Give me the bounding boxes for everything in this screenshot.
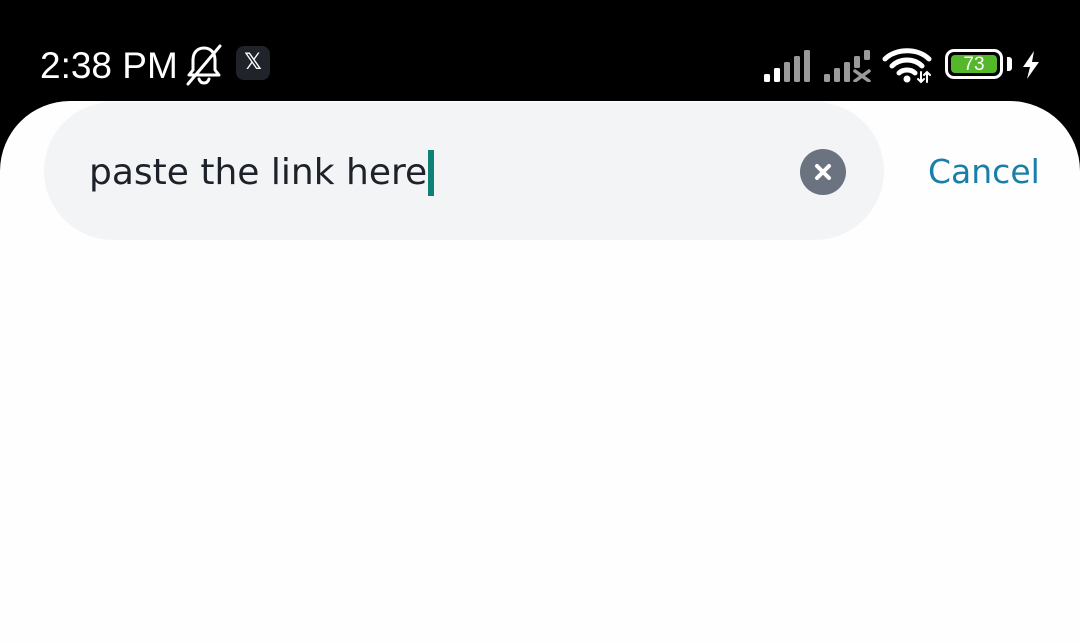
search-sheet: paste the link here Cancel — [0, 101, 1080, 643]
battery-terminal — [1007, 57, 1012, 71]
text-caret — [428, 150, 435, 196]
search-input-text: paste the link here — [89, 152, 428, 193]
search-box[interactable]: paste the link here — [44, 102, 884, 240]
battery-icon: 73 — [945, 49, 1003, 79]
charging-bolt-icon — [1023, 51, 1039, 79]
battery-level: 73 — [951, 55, 997, 74]
signal-no-service-icon — [824, 50, 871, 82]
x-app-icon: 𝕏 — [236, 46, 270, 80]
cancel-button[interactable]: Cancel — [928, 151, 1040, 193]
status-time: 2:38 PM — [40, 45, 178, 86]
search-input[interactable]: paste the link here — [89, 150, 435, 196]
signal-strength-icon — [764, 50, 810, 82]
wifi-icon — [882, 48, 932, 84]
close-icon — [815, 164, 831, 180]
status-bar: 2:38 PM 𝕏 73 — [0, 0, 1080, 110]
clear-search-button[interactable] — [800, 149, 846, 195]
bell-off-icon — [186, 44, 222, 86]
